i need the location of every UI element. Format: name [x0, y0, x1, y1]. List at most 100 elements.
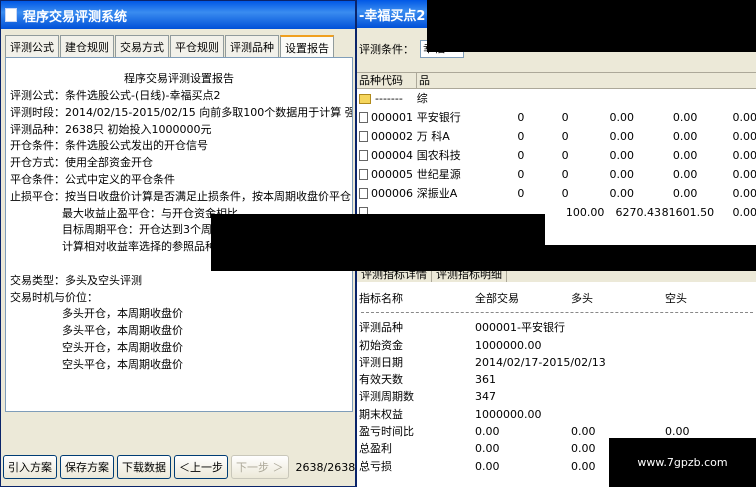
stock-icon: [359, 150, 368, 161]
redaction-block: [545, 245, 756, 271]
cell-code: 000006: [357, 184, 415, 203]
stats-header-all: 全部交易: [475, 292, 519, 305]
cell-value: 0.00: [672, 149, 698, 162]
stat-name: 有效天数: [359, 373, 403, 387]
cell-value: 0: [561, 149, 569, 162]
stat-value: [571, 388, 665, 405]
tab-report[interactable]: 设置报告: [280, 35, 334, 57]
prev-step-button[interactable]: ＜上一步: [174, 455, 228, 479]
stat-name: 总盈利: [359, 442, 392, 456]
stat-value: [571, 371, 665, 388]
report-line: 评测公式：条件选股公式-(日线)-幸福买点2: [10, 89, 221, 102]
code-text: 000001: [371, 111, 413, 124]
table-row[interactable]: ------- 综: [357, 89, 756, 108]
cell-code: -------: [357, 89, 415, 108]
stock-icon: [359, 112, 368, 123]
report-line: 开仓条件：条件选股公式发出的开仓信号: [10, 139, 208, 153]
stat-value: [571, 337, 665, 354]
stats-header-long: 多头: [571, 292, 593, 305]
import-plan-button[interactable]: 引入方案: [3, 455, 57, 479]
stock-icon: [359, 169, 368, 180]
cell-value: [697, 89, 756, 108]
cell-value: 0.00: [672, 130, 698, 143]
table-row[interactable]: 000006 深振业A 0 0 0.00 0.00 0.00: [357, 184, 756, 203]
cell-value: 0.00: [672, 111, 698, 124]
grid-header-name[interactable]: 品: [417, 73, 756, 88]
stat-name: 初始资金: [359, 338, 403, 352]
stats-header-short: 空头: [665, 292, 687, 305]
tab-close-rule[interactable]: 平仓规则: [170, 35, 224, 57]
cell-value: 0: [517, 187, 525, 200]
cell-code: 000002: [357, 127, 415, 146]
report-line: 开仓方式：使用全部资金开仓: [10, 156, 153, 170]
code-text: -------: [375, 92, 403, 105]
cell-value: 0.00: [672, 187, 698, 200]
cell-value: 0.00: [609, 187, 634, 200]
cell-value: [569, 89, 634, 108]
window-title: 程序交易评测系统: [23, 9, 128, 25]
stat-value: 0.00: [475, 459, 500, 473]
cell-value: 0.00: [609, 130, 634, 143]
stats-header-name: 指标名称: [359, 292, 403, 305]
stat-name: 评测周期数: [359, 390, 414, 404]
stat-value: 1000000.00: [475, 407, 542, 421]
tab-open-rule[interactable]: 建仓规则: [60, 35, 114, 57]
code-text: 000002: [371, 130, 413, 143]
stat-value: 000001-平安银行: [475, 321, 565, 335]
next-step-button[interactable]: 下一步 ＞: [231, 455, 289, 479]
cell-value: 0.00: [732, 168, 756, 181]
result-title: -幸福买点2: [359, 8, 426, 24]
cell-value: 0: [561, 130, 569, 143]
folder-icon: [359, 93, 371, 104]
cell-value: 81601.50: [661, 206, 715, 219]
save-plan-button[interactable]: 保存方案: [60, 455, 114, 479]
stats-header: 指标名称 全部交易 多头 空头: [357, 290, 756, 307]
cell-value: 0.00: [732, 149, 756, 162]
tab-formula[interactable]: 评测公式: [5, 35, 59, 57]
bottom-toolbar: 引入方案 保存方案 下载数据 ＜上一步 下一步 ＞ 2638/2638 00:4…: [3, 451, 390, 483]
stat-value: [571, 406, 665, 423]
cell-value: 0: [517, 149, 525, 162]
table-row[interactable]: 000005 世纪星源 0 0 0.00 0.00 0.00: [357, 165, 756, 184]
cell-value: 0.00: [732, 130, 756, 143]
stat-value: [571, 319, 665, 336]
cell-value: 0.00: [732, 187, 756, 200]
report-line: 评测品种：2638只 初始投入1000000元: [10, 122, 212, 136]
cell-value: [634, 89, 697, 108]
cell-name: 深振业A: [416, 187, 458, 200]
trade-time-title: 交易时机与价位：: [10, 290, 98, 304]
app-icon: [5, 8, 17, 22]
download-data-button[interactable]: 下载数据: [117, 455, 171, 479]
stat-value: 361: [475, 373, 496, 387]
cell-value: 0.00: [609, 111, 634, 124]
redaction-block: [427, 0, 756, 52]
left-titlebar[interactable]: 程序交易评测系统: [1, 1, 355, 29]
tab-trade-mode[interactable]: 交易方式: [115, 35, 169, 57]
table-row[interactable]: 000001 平安银行 0 0 0.00 0.00 0.00: [357, 108, 756, 127]
stat-value: [665, 406, 745, 423]
stat-name: 期末权益: [359, 407, 403, 421]
trade-time-item: 空头开仓，本周期收盘价: [62, 340, 183, 354]
stat-value: [665, 371, 745, 388]
condition-label: 评测条件：: [359, 43, 414, 56]
stat-name: 总亏损: [359, 459, 392, 473]
grid-header-code[interactable]: 品种代码: [357, 73, 417, 88]
stat-value: [665, 337, 745, 354]
stats-row: 期末权益 1000000.00: [357, 406, 756, 423]
table-row[interactable]: 000004 国农科技 0 0 0.00 0.00 0.00: [357, 146, 756, 165]
cell-code: 000001: [357, 108, 415, 127]
tab-bar: 评测公式 建仓规则 交易方式 平仓规则 评测品种 设置报告: [5, 35, 351, 57]
cell-value: 6270.43: [615, 206, 662, 219]
trade-type: 交易类型：多头及空头评测: [10, 273, 142, 287]
report-title: 程序交易评测设置报告: [124, 72, 234, 85]
stock-icon: [359, 131, 368, 142]
tab-instruments[interactable]: 评测品种: [225, 35, 279, 57]
cell-name: 综: [416, 92, 428, 105]
cell-value: 0.00: [609, 149, 634, 162]
cell-name: 世纪星源: [416, 168, 461, 181]
table-row[interactable]: 000002 万 科A 0 0 0.00 0.00 0.00: [357, 127, 756, 146]
redaction-block: [211, 214, 545, 271]
stat-value: [665, 354, 745, 371]
cell-value: 0.00: [732, 111, 756, 124]
cell-name: 国农科技: [416, 149, 461, 162]
